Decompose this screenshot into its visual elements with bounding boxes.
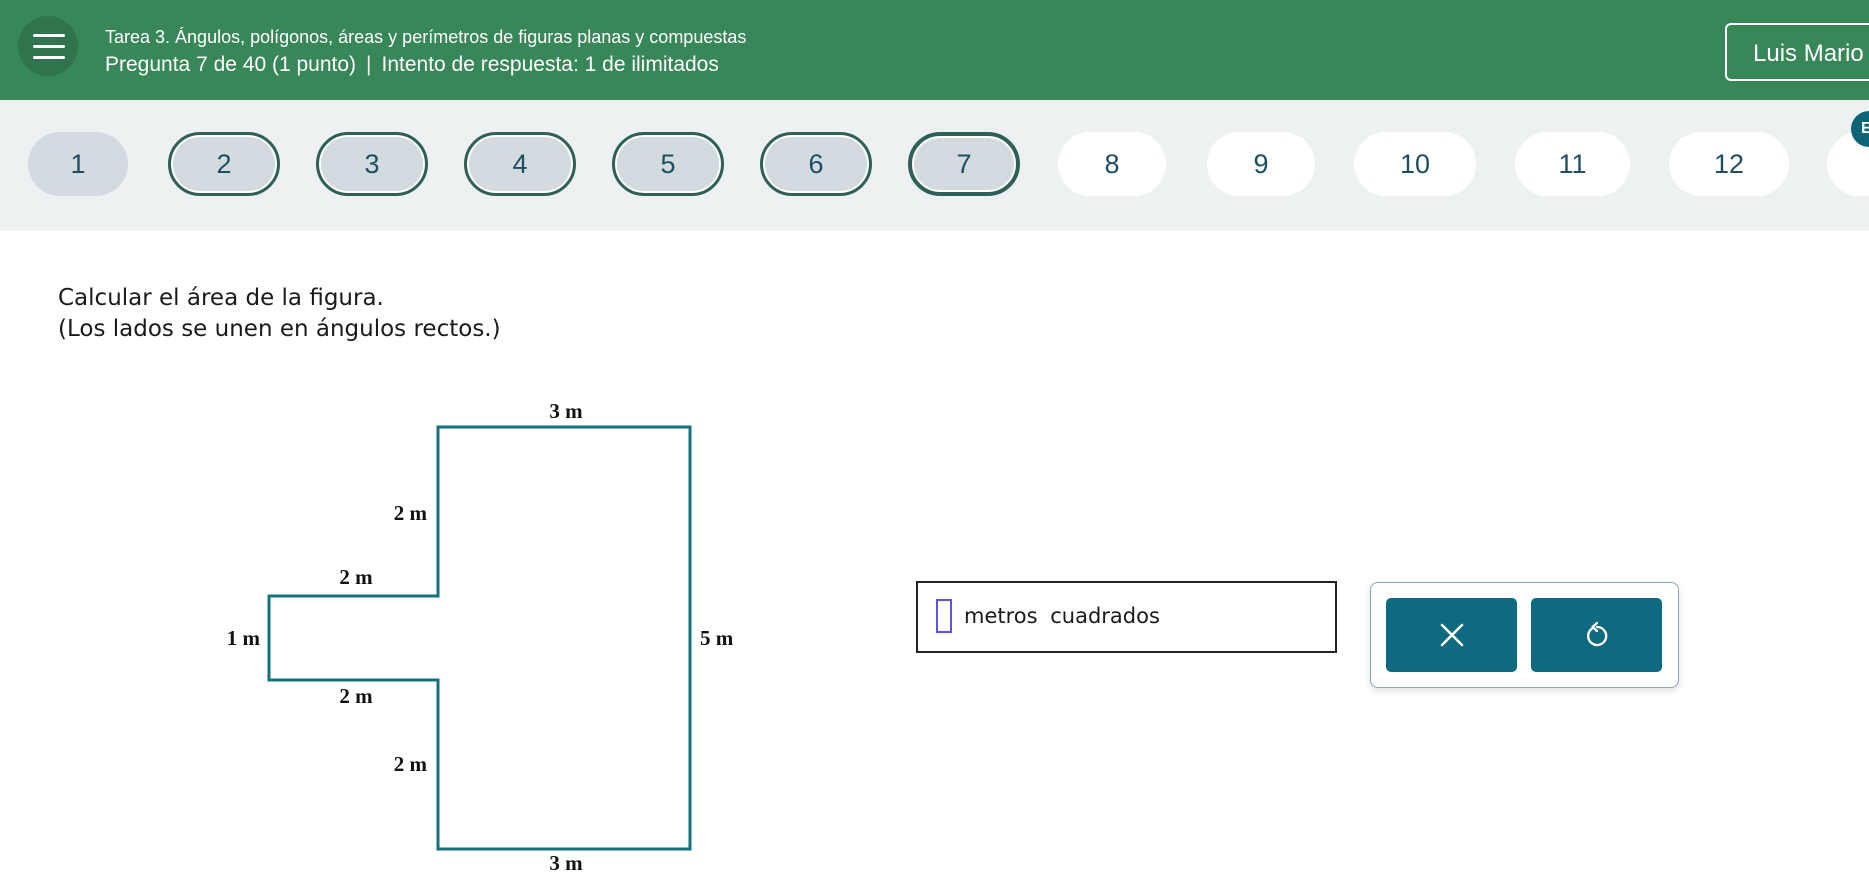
- clear-button[interactable]: [1386, 598, 1517, 672]
- answer-input[interactable]: [936, 599, 952, 633]
- question-nav-item[interactable]: 11: [1515, 132, 1630, 196]
- question-nav-item[interactable]: 7: [908, 132, 1020, 196]
- user-menu-button[interactable]: Luis Mario: [1725, 23, 1869, 81]
- composite-figure: 3 m 2 m 2 m 1 m 2 m 2 m 5 m 3 m: [227, 399, 734, 875]
- question-nav-item[interactable]: 9: [1207, 132, 1315, 196]
- question-nav-item[interactable]: 10: [1354, 132, 1476, 196]
- answer-unit: metros cuadrados: [964, 604, 1160, 628]
- undo-icon: [1586, 621, 1607, 647]
- label-bottom: 3 m: [549, 851, 583, 875]
- label-right-side: 5 m: [700, 626, 734, 650]
- label-top: 3 m: [549, 399, 583, 423]
- figure-outline: [267, 425, 692, 851]
- label-lower-notch: 2 m: [339, 684, 373, 708]
- close-icon: [1440, 623, 1463, 647]
- label-upper-notch: 2 m: [339, 565, 373, 589]
- label-upper-left-vertical: 2 m: [394, 501, 428, 525]
- reset-button[interactable]: [1531, 598, 1662, 672]
- label-left-side: 1 m: [227, 626, 261, 650]
- question-nav-item[interactable]: 8: [1058, 132, 1166, 196]
- question-nav-item[interactable]: 12: [1669, 132, 1789, 196]
- answer-tools: [1370, 582, 1679, 688]
- answer-field[interactable]: metros cuadrados: [916, 581, 1337, 653]
- label-lower-left-vertical: 2 m: [394, 752, 428, 776]
